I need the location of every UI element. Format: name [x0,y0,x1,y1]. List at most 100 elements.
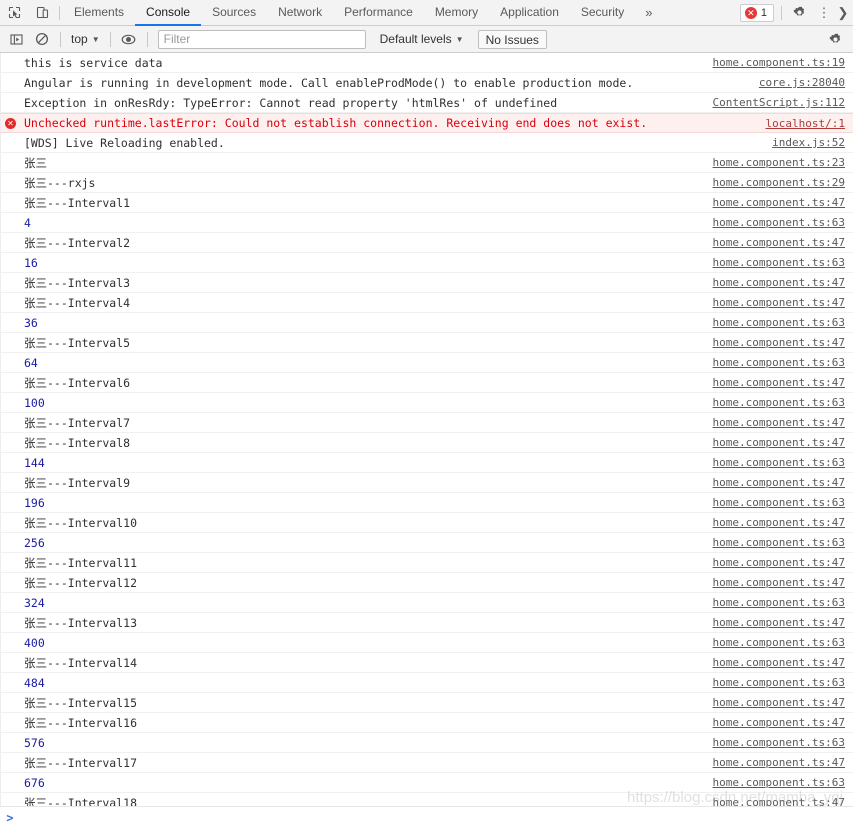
console-log-row[interactable]: 100 home.component.ts:63 [0,393,853,413]
source-link[interactable]: home.component.ts:47 [713,516,853,529]
log-level-select[interactable]: Default levels ▼ [380,32,464,46]
source-link[interactable]: home.component.ts:63 [713,496,853,509]
console-log-row[interactable]: 张三---rxjs home.component.ts:29 [0,173,853,193]
source-link[interactable]: home.component.ts:47 [713,336,853,349]
console-log-row[interactable]: 张三---Interval11 home.component.ts:47 [0,553,853,573]
tab-network[interactable]: Network [267,0,333,26]
console-settings-icon[interactable] [823,28,847,50]
source-link[interactable]: home.component.ts:63 [713,776,853,789]
console-log-row[interactable]: 张三---Interval6 home.component.ts:47 [0,373,853,393]
console-log-row[interactable]: Angular is running in development mode. … [0,73,853,93]
console-sidebar-icon[interactable] [4,28,28,50]
console-error-row[interactable]: ✕ Unchecked runtime.lastError: Could not … [0,113,853,133]
source-link[interactable]: home.component.ts:23 [713,156,853,169]
kebab-menu-icon[interactable]: ⋮ [813,6,835,19]
console-log-row[interactable]: 张三---Interval17 home.component.ts:47 [0,753,853,773]
source-link[interactable]: home.component.ts:63 [713,676,853,689]
tab-memory[interactable]: Memory [424,0,489,26]
console-log-row[interactable]: 张三---Interval5 home.component.ts:47 [0,333,853,353]
source-link[interactable]: home.component.ts:63 [713,536,853,549]
source-link[interactable]: core.js:28040 [759,76,853,89]
console-log-row[interactable]: 张三---Interval9 home.component.ts:47 [0,473,853,493]
source-link[interactable]: home.component.ts:63 [713,216,853,229]
source-link[interactable]: home.component.ts:47 [713,796,853,806]
source-link[interactable]: home.component.ts:63 [713,456,853,469]
source-link[interactable]: home.component.ts:29 [713,176,853,189]
console-log-row[interactable]: 张三---Interval15 home.component.ts:47 [0,693,853,713]
source-link[interactable]: home.component.ts:47 [713,576,853,589]
source-link[interactable]: home.component.ts:47 [713,476,853,489]
more-tabs-icon[interactable]: » [635,0,661,25]
gear-icon[interactable] [785,6,813,19]
source-link[interactable]: home.component.ts:47 [713,236,853,249]
issues-button[interactable]: No Issues [477,29,547,49]
source-link[interactable]: home.component.ts:47 [713,276,853,289]
console-log-row[interactable]: 张三---Interval16 home.component.ts:47 [0,713,853,733]
console-message-list[interactable]: this is service data home.component.ts:19… [0,53,853,806]
source-link[interactable]: home.component.ts:47 [713,616,853,629]
console-log-row[interactable]: 256 home.component.ts:63 [0,533,853,553]
source-link[interactable]: home.component.ts:47 [713,716,853,729]
error-count-badge[interactable]: ✕ 1 [739,3,774,22]
console-log-row[interactable]: 64 home.component.ts:63 [0,353,853,373]
source-link[interactable]: home.component.ts:19 [713,56,853,69]
tab-elements[interactable]: Elements [63,0,135,26]
console-log-row[interactable]: 张三---Interval7 home.component.ts:47 [0,413,853,433]
clear-console-icon[interactable] [30,28,54,50]
source-link[interactable]: home.component.ts:47 [713,196,853,209]
console-log-row[interactable]: 张三---Interval14 home.component.ts:47 [0,653,853,673]
console-log-row[interactable]: 张三---Interval4 home.component.ts:47 [0,293,853,313]
tab-performance[interactable]: Performance [333,0,424,26]
source-link[interactable]: home.component.ts:47 [713,436,853,449]
source-link[interactable]: index.js:52 [772,136,853,149]
console-log-row[interactable]: 676 home.component.ts:63 [0,773,853,793]
console-log-row[interactable]: 张三 home.component.ts:23 [0,153,853,173]
source-link[interactable]: home.component.ts:63 [713,316,853,329]
source-link[interactable]: home.component.ts:63 [713,396,853,409]
live-expression-icon[interactable] [117,28,141,50]
console-log-row[interactable]: 196 home.component.ts:63 [0,493,853,513]
source-link[interactable]: home.component.ts:47 [713,416,853,429]
source-link[interactable]: home.component.ts:63 [713,256,853,269]
console-log-row[interactable]: Exception in onResRdy: TypeError: Cannot… [0,93,853,113]
execution-context-select[interactable]: top ▼ [67,32,104,46]
console-log-row[interactable]: 张三---Interval10 home.component.ts:47 [0,513,853,533]
source-link[interactable]: home.component.ts:47 [713,296,853,309]
console-log-row[interactable]: 张三---Interval18 home.component.ts:47 [0,793,853,806]
tab-sources[interactable]: Sources [201,0,267,26]
console-log-row[interactable]: 576 home.component.ts:63 [0,733,853,753]
source-link[interactable]: home.component.ts:47 [713,696,853,709]
console-log-row[interactable]: 16 home.component.ts:63 [0,253,853,273]
source-link[interactable]: home.component.ts:47 [713,376,853,389]
console-log-row[interactable]: [WDS] Live Reloading enabled. index.js:52 [0,133,853,153]
source-link[interactable]: home.component.ts:63 [713,596,853,609]
source-link[interactable]: home.component.ts:47 [713,556,853,569]
console-log-row[interactable]: 144 home.component.ts:63 [0,453,853,473]
source-link[interactable]: home.component.ts:47 [713,656,853,669]
source-link[interactable]: home.component.ts:47 [713,756,853,769]
console-log-row[interactable]: 张三---Interval13 home.component.ts:47 [0,613,853,633]
source-link[interactable]: localhost/:1 [766,117,853,130]
filter-input[interactable] [157,29,366,49]
tab-security[interactable]: Security [570,0,635,26]
source-link[interactable]: ContentScript.js:112 [713,96,853,109]
console-log-row[interactable]: 张三---Interval2 home.component.ts:47 [0,233,853,253]
inspect-element-icon[interactable] [0,0,28,25]
tab-application[interactable]: Application [489,0,570,26]
console-log-row[interactable]: 张三---Interval12 home.component.ts:47 [0,573,853,593]
source-link[interactable]: home.component.ts:63 [713,636,853,649]
source-link[interactable]: home.component.ts:63 [713,736,853,749]
console-log-row[interactable]: this is service data home.component.ts:19 [0,53,853,73]
console-log-row[interactable]: 张三---Interval8 home.component.ts:47 [0,433,853,453]
console-log-row[interactable]: 4 home.component.ts:63 [0,213,853,233]
console-log-row[interactable]: 400 home.component.ts:63 [0,633,853,653]
console-log-row[interactable]: 324 home.component.ts:63 [0,593,853,613]
chevron-right-icon[interactable]: ❯ [835,5,851,21]
device-toolbar-icon[interactable] [28,0,56,25]
tab-console[interactable]: Console [135,0,202,26]
source-link[interactable]: home.component.ts:63 [713,356,853,369]
console-log-row[interactable]: 张三---Interval1 home.component.ts:47 [0,193,853,213]
console-log-row[interactable]: 484 home.component.ts:63 [0,673,853,693]
console-log-row[interactable]: 张三---Interval3 home.component.ts:47 [0,273,853,293]
console-log-row[interactable]: 36 home.component.ts:63 [0,313,853,333]
